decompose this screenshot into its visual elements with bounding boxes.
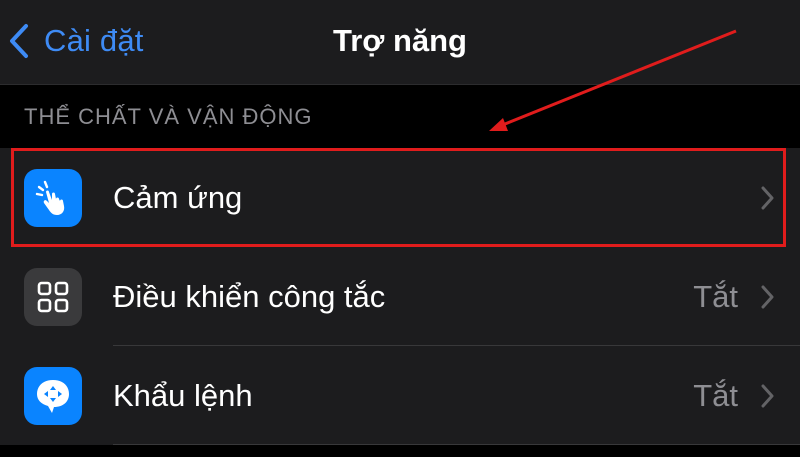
chevron-right-icon [760, 382, 776, 410]
switch-control-grid-icon [24, 267, 82, 326]
row-label: Cảm ứng [113, 179, 243, 215]
row-switch-control[interactable]: Điều khiển công tắc Tắt [0, 247, 800, 346]
chevron-right-icon [760, 184, 776, 212]
settings-list: Cảm ứng Điều khiển công tắc Tắt Khẩu lện… [0, 148, 800, 445]
row-touch[interactable]: Cảm ứng [0, 148, 800, 247]
separator [113, 444, 800, 445]
row-label: Điều khiển công tắc [113, 278, 386, 314]
row-label: Khẩu lệnh [113, 377, 253, 413]
row-value: Tắt [693, 278, 738, 314]
chevron-right-icon [760, 283, 776, 311]
voice-control-icon [24, 366, 82, 425]
screen: Cài đặt Trợ năng THỂ CHẤT VÀ VẬN ĐỘNG Cả… [0, 0, 800, 457]
row-voice-control[interactable]: Khẩu lệnh Tắt [0, 346, 800, 445]
touch-hand-icon [24, 168, 82, 227]
navigation-bar: Cài đặt Trợ năng [0, 0, 800, 85]
section-header: THỂ CHẤT VÀ VẬN ĐỘNG [24, 104, 313, 129]
page-title: Trợ năng [333, 23, 467, 58]
row-value: Tắt [693, 377, 738, 413]
